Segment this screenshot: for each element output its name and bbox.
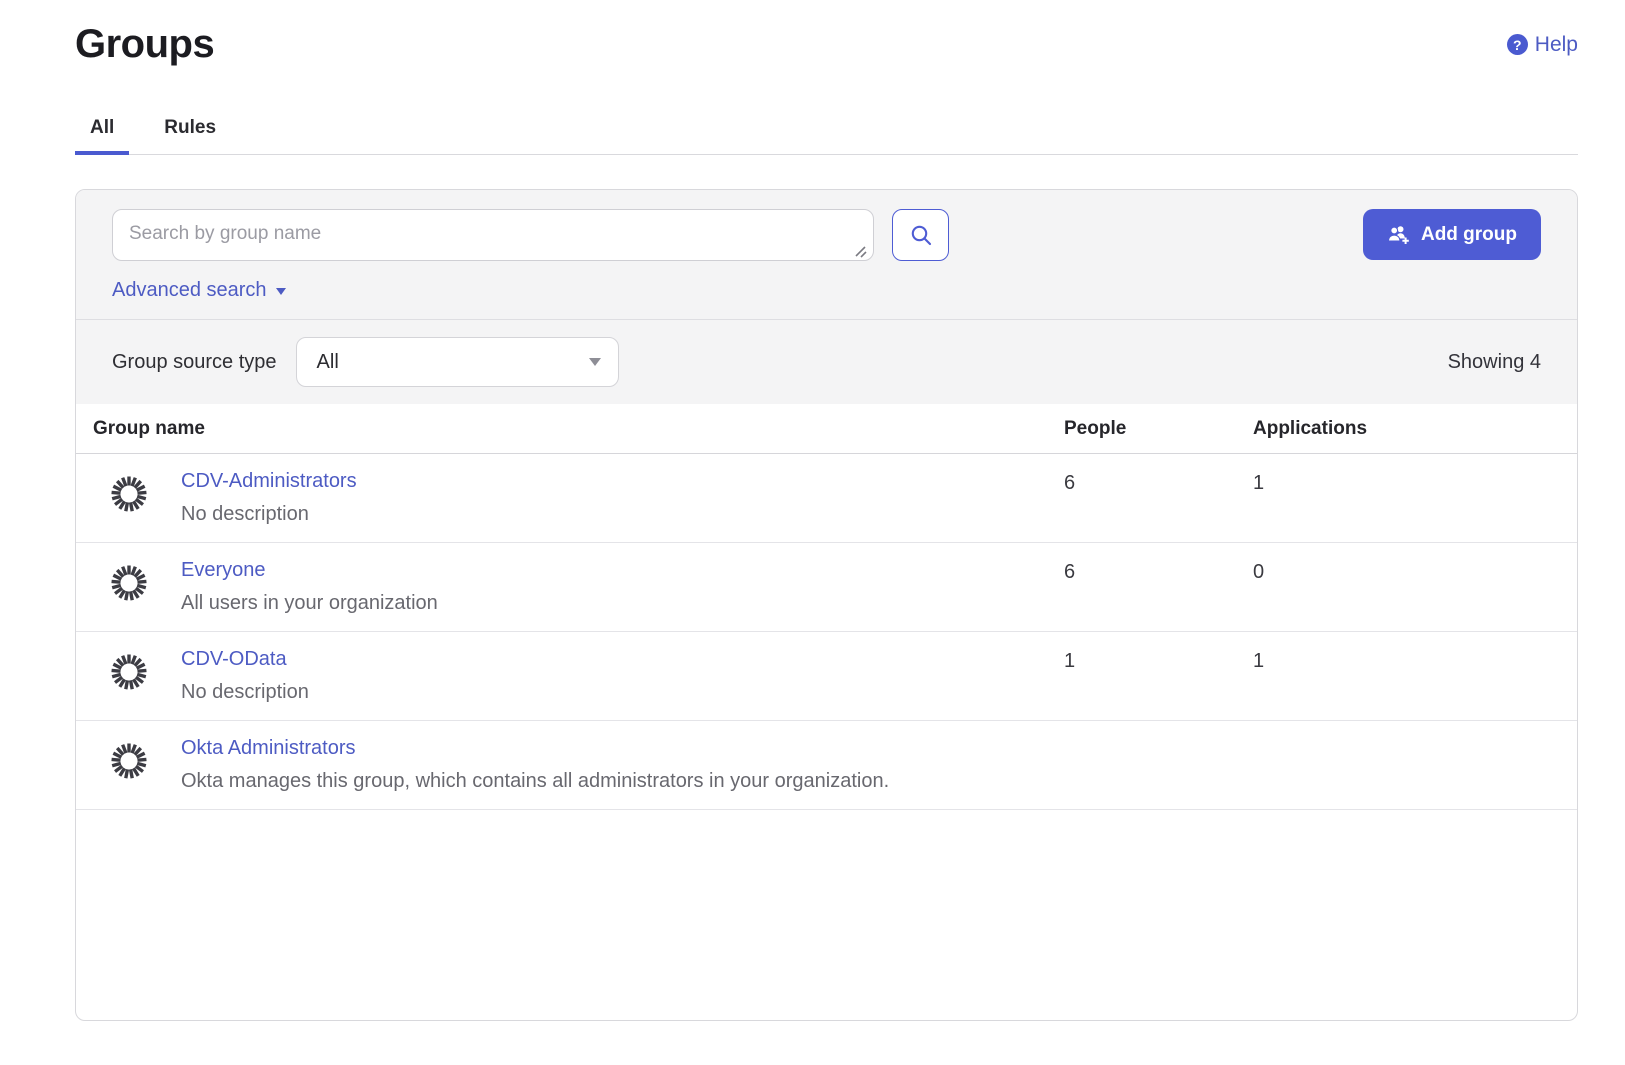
- column-header-people: People: [1064, 418, 1253, 440]
- add-group-icon: [1387, 223, 1411, 247]
- groups-card: Add group Advanced search Group source t…: [75, 189, 1578, 1021]
- tab-rules[interactable]: Rules: [149, 107, 231, 155]
- page-header: Groups ? Help: [75, 0, 1578, 67]
- search-button[interactable]: [892, 209, 949, 261]
- search-section: Add group Advanced search: [76, 190, 1577, 319]
- advanced-search-link[interactable]: Advanced search: [112, 279, 286, 302]
- group-description: Okta manages this group, which contains …: [181, 770, 889, 793]
- chevron-down-icon: [589, 358, 601, 366]
- group-description: All users in your organization: [181, 592, 438, 615]
- applications-count: 0: [1253, 543, 1577, 631]
- column-header-applications: Applications: [1253, 418, 1577, 440]
- table-row: Everyone All users in your organization …: [76, 543, 1577, 632]
- group-avatar-icon: [109, 652, 149, 692]
- group-source-type-dropdown[interactable]: All: [296, 337, 619, 387]
- add-group-label: Add group: [1421, 224, 1517, 246]
- applications-count: 1: [1253, 632, 1577, 720]
- tab-bar: All Rules: [75, 107, 1578, 155]
- filter-section: Group source type All Showing 4: [76, 319, 1577, 404]
- table-row: CDV-Administrators No description 6 1: [76, 454, 1577, 543]
- resize-handle-icon[interactable]: [854, 245, 867, 258]
- group-description: No description: [181, 681, 309, 704]
- people-count: 6: [1064, 454, 1253, 542]
- question-mark-icon: ?: [1507, 34, 1528, 55]
- table-header: Group name People Applications: [76, 404, 1577, 454]
- add-group-button[interactable]: Add group: [1363, 209, 1541, 260]
- dropdown-selected-value: All: [317, 351, 339, 374]
- people-count: 1: [1064, 632, 1253, 720]
- showing-count: Showing 4: [1448, 351, 1541, 374]
- people-count: 6: [1064, 543, 1253, 631]
- help-link[interactable]: ? Help: [1507, 33, 1578, 57]
- table-row: CDV-OData No description 1 1: [76, 632, 1577, 721]
- group-name-link[interactable]: CDV-Administrators: [181, 470, 357, 493]
- applications-count: 1: [1253, 454, 1577, 542]
- group-avatar-icon: [109, 474, 149, 514]
- advanced-search-caret-icon: [276, 288, 286, 295]
- search-input[interactable]: [112, 209, 874, 261]
- page-content: Groups ? Help All Rules: [75, 0, 1578, 1021]
- tab-all[interactable]: All: [75, 107, 129, 155]
- group-name-link[interactable]: CDV-OData: [181, 648, 287, 671]
- group-name-link[interactable]: Everyone: [181, 559, 266, 582]
- people-count: [1064, 721, 1253, 809]
- group-avatar-icon: [109, 741, 149, 781]
- table-row: Okta Administrators Okta manages this gr…: [76, 721, 1577, 810]
- group-source-type-label: Group source type: [112, 351, 277, 374]
- group-name-link[interactable]: Okta Administrators: [181, 737, 356, 760]
- column-header-group-name: Group name: [76, 418, 1064, 440]
- search-icon: [909, 223, 933, 247]
- advanced-search-label: Advanced search: [112, 279, 267, 302]
- group-avatar-icon: [109, 563, 149, 603]
- applications-count: [1253, 721, 1577, 809]
- help-label: Help: [1535, 33, 1578, 57]
- group-description: No description: [181, 503, 357, 526]
- page-title: Groups: [75, 22, 214, 67]
